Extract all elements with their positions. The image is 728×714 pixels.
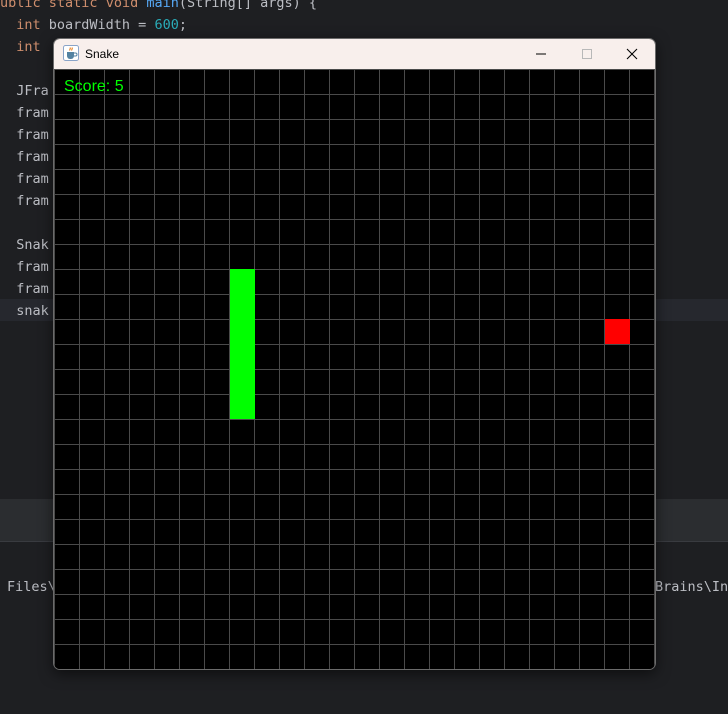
window-title: Snake <box>85 47 120 61</box>
code-token: fram <box>0 127 49 143</box>
code-token: fram <box>0 149 49 165</box>
code-token: snak <box>0 303 49 319</box>
game-board[interactable]: Score: 5 <box>54 69 655 669</box>
code-line: int boardWidth = 600; <box>0 14 187 36</box>
maximize-icon <box>582 49 592 59</box>
snake-segment <box>230 294 255 319</box>
code-token: JFra <box>0 83 49 99</box>
snake-segment <box>230 319 255 344</box>
code-line: fram <box>0 168 49 190</box>
code-line: ublic static void main(String[] args) { <box>0 0 317 14</box>
snake-segment <box>230 269 255 294</box>
snake-segment <box>230 369 255 394</box>
code-token: fram <box>0 171 49 187</box>
code-line: fram <box>0 146 49 168</box>
code-token: boardWidth = <box>48 17 155 33</box>
code-token: int <box>16 39 41 55</box>
code-token: static <box>48 0 106 11</box>
code-token: fram <box>0 281 49 297</box>
code-token: ; <box>178 17 187 33</box>
code-token: Snak <box>0 237 49 253</box>
maximize-button[interactable] <box>564 39 610 69</box>
console-output-right: Brains\In <box>655 579 728 595</box>
food <box>605 319 630 344</box>
code-line: fram <box>0 102 49 124</box>
code-token: fram <box>0 193 49 209</box>
close-button[interactable] <box>609 39 655 69</box>
code-token: fram <box>0 259 49 275</box>
code-line: fram <box>0 190 49 212</box>
code-line: fram <box>0 256 49 278</box>
code-token: int <box>16 17 49 33</box>
code-line: snak <box>0 300 49 322</box>
code-line: fram <box>0 124 49 146</box>
code-line: fram <box>0 278 49 300</box>
code-token: void <box>105 0 147 11</box>
code-line: Snak <box>0 234 49 256</box>
code-token: ublic <box>0 0 49 11</box>
snake-segment <box>230 344 255 369</box>
code-line: JFra <box>0 80 49 102</box>
code-token: 600 <box>154 17 179 33</box>
close-icon <box>626 48 638 60</box>
score-label: Score: 5 <box>64 78 124 95</box>
code-token: main <box>146 0 179 11</box>
snake-window[interactable]: Snake Score: 5 <box>53 38 656 670</box>
minimize-button[interactable] <box>518 39 564 69</box>
java-cup-icon <box>63 45 79 61</box>
minimize-icon <box>536 53 546 55</box>
code-token: (String[] args) { <box>178 0 318 11</box>
code-token: fram <box>0 105 49 121</box>
snake-segment <box>230 394 255 419</box>
code-line: int <box>0 36 41 58</box>
console-output-left: Files\ <box>7 579 56 595</box>
title-bar[interactable]: Snake <box>54 39 655 70</box>
